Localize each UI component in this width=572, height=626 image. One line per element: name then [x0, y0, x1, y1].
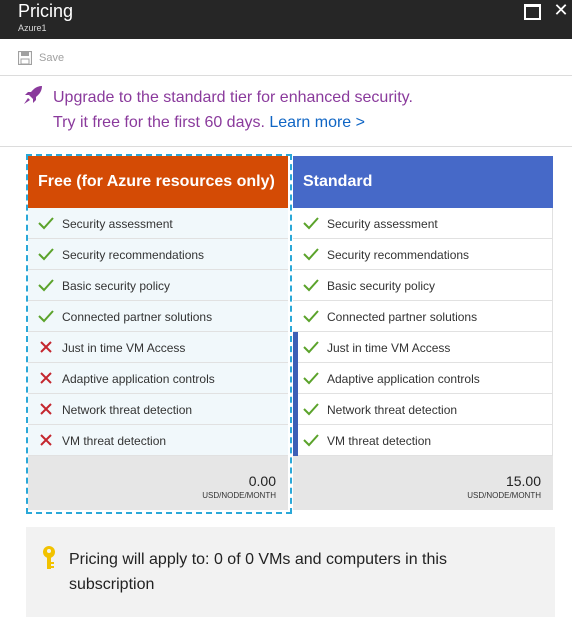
cross-icon — [38, 432, 54, 448]
feature-label: Just in time VM Access — [327, 341, 451, 355]
check-icon — [303, 432, 319, 448]
window-title: Pricing — [18, 1, 74, 21]
feature-row: Connected partner solutions — [28, 301, 288, 332]
feature-label: Just in time VM Access — [62, 341, 186, 355]
save-button[interactable]: Save — [18, 49, 64, 67]
feature-row: Security assessment — [293, 208, 553, 239]
feature-label: VM threat detection — [62, 434, 167, 448]
check-icon — [303, 339, 319, 355]
check-icon — [38, 246, 54, 262]
feature-row: Adaptive application controls — [28, 363, 288, 394]
feature-label: VM threat detection — [327, 434, 432, 448]
feature-label: Connected partner solutions — [62, 310, 213, 324]
feature-label: Security recommendations — [327, 248, 470, 262]
close-icon[interactable]: ✕ — [551, 0, 571, 20]
tier-header-free: Free (for Azure resources only) — [28, 156, 288, 208]
feature-row: Basic security policy — [28, 270, 288, 301]
cross-icon — [38, 370, 54, 386]
key-icon — [43, 546, 55, 569]
title-bar: Pricing Azure1 ✕ — [0, 0, 572, 39]
feature-label: Security assessment — [62, 217, 173, 231]
feature-row: Security assessment — [28, 208, 288, 239]
feature-row: Network threat detection — [293, 394, 553, 425]
price-amount-standard: 15.00 — [505, 473, 541, 489]
banner-trial-text: Try it free for the first 60 days. Learn… — [53, 114, 365, 132]
feature-row: VM threat detection — [28, 425, 288, 456]
learn-more-link[interactable]: Learn more > — [269, 114, 365, 131]
save-label: Save — [39, 52, 65, 64]
feature-label: Network threat detection — [327, 403, 458, 417]
price-unit-standard: USD/NODE/MONTH — [467, 491, 541, 500]
feature-label: Basic security policy — [62, 279, 171, 293]
feature-label: Connected partner solutions — [327, 310, 478, 324]
window-subtitle: Azure1 — [18, 23, 47, 33]
check-icon — [38, 215, 54, 231]
feature-label: Adaptive application controls — [327, 372, 480, 386]
price-box-standard: 15.00 USD/NODE/MONTH — [293, 456, 553, 510]
feature-row: Basic security policy — [293, 270, 553, 301]
feature-list-free: Security assessment Security recommendati… — [28, 208, 288, 456]
upgrade-banner: Upgrade to the standard tier for enhance… — [0, 76, 572, 147]
feature-row: VM threat detection — [293, 425, 553, 456]
check-icon — [38, 277, 54, 293]
check-icon — [303, 308, 319, 324]
pricing-info-panel: Pricing will apply to: 0 of 0 VMs and co… — [26, 527, 555, 617]
cross-icon — [38, 339, 54, 355]
check-icon — [303, 277, 319, 293]
feature-label: Security recommendations — [62, 248, 205, 262]
rocket-icon — [24, 86, 42, 104]
price-unit-free: USD/NODE/MONTH — [202, 491, 276, 500]
price-amount-free: 0.00 — [248, 473, 276, 489]
toolbar: Save — [0, 39, 572, 76]
feature-label: Network threat detection — [62, 403, 193, 417]
feature-row: Just in time VM Access — [28, 332, 288, 363]
pricing-info-text: Pricing will apply to: 0 of 0 VMs and co… — [69, 551, 447, 593]
check-icon — [303, 401, 319, 417]
banner-headline: Upgrade to the standard tier for enhance… — [53, 89, 413, 106]
price-box-free: 0.00 USD/NODE/MONTH — [28, 456, 288, 510]
save-icon — [18, 51, 32, 65]
tier-header-standard: Standard — [293, 156, 553, 208]
check-icon — [38, 308, 54, 324]
feature-label: Adaptive application controls — [62, 372, 215, 386]
feature-row: Security recommendations — [28, 239, 288, 270]
feature-row: Network threat detection — [28, 394, 288, 425]
maximize-icon[interactable] — [524, 4, 541, 20]
check-icon — [303, 370, 319, 386]
tier-card-free[interactable]: Free (for Azure resources only) Security… — [28, 156, 288, 510]
feature-row: Just in time VM Access — [293, 332, 553, 363]
feature-label: Security assessment — [327, 217, 438, 231]
feature-row: Connected partner solutions — [293, 301, 553, 332]
feature-row: Security recommendations — [293, 239, 553, 270]
tier-card-standard[interactable]: Standard Security assessment Security rec… — [293, 156, 553, 510]
banner-trial-label: Try it free for the first 60 days. — [53, 114, 265, 131]
feature-row: Adaptive application controls — [293, 363, 553, 394]
feature-list-standard: Security assessment Security recommendati… — [293, 208, 553, 456]
cross-icon — [38, 401, 54, 417]
check-icon — [303, 215, 319, 231]
feature-label: Basic security policy — [327, 279, 436, 293]
check-icon — [303, 246, 319, 262]
